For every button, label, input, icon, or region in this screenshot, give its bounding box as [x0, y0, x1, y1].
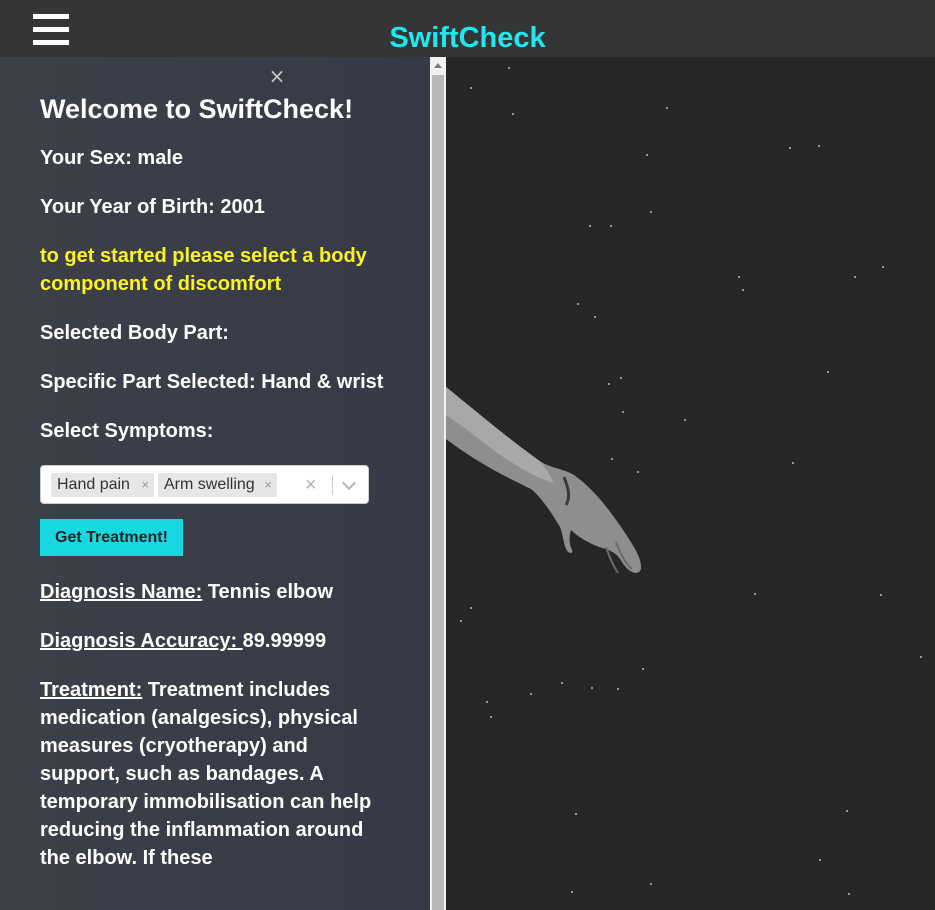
star	[589, 225, 591, 227]
star	[530, 693, 532, 695]
welcome-heading: Welcome to SwiftCheck!	[40, 94, 354, 124]
star	[620, 377, 622, 379]
diagnosis-accuracy: Diagnosis Accuracy: 89.99999	[40, 627, 392, 655]
star	[460, 620, 462, 622]
body-model-arm[interactable]	[446, 387, 666, 587]
star	[684, 419, 686, 421]
symptom-tag: Hand pain ×	[51, 473, 154, 497]
diagnosis-name-value: Tennis elbow	[202, 581, 334, 603]
diagnosis-accuracy-value: 89.99999	[242, 630, 327, 652]
treatment: Treatment: Treatment includes medication…	[40, 676, 392, 872]
treatment-label: Treatment:	[40, 679, 143, 701]
star	[577, 303, 579, 305]
star	[617, 688, 619, 690]
star	[666, 107, 668, 109]
treatment-value: Treatment includes medication (analgesic…	[40, 679, 372, 869]
star	[470, 607, 472, 609]
star	[650, 883, 652, 885]
diagnosis-name-label: Diagnosis Name:	[40, 581, 203, 603]
star	[827, 371, 829, 373]
star	[846, 810, 848, 812]
star	[591, 687, 593, 689]
star	[848, 893, 850, 895]
star	[920, 656, 922, 658]
symptom-tag: Arm swelling ×	[158, 473, 277, 497]
remove-tag-icon[interactable]: ×	[264, 473, 272, 497]
star	[512, 113, 514, 115]
star	[754, 593, 756, 595]
indicator-separator	[332, 475, 333, 495]
star	[819, 859, 821, 861]
star	[508, 67, 510, 69]
star	[594, 316, 596, 318]
diagnosis-name: Diagnosis Name: Tennis elbow	[40, 578, 392, 606]
sex-info: Your Sex: male	[40, 147, 184, 169]
star	[470, 87, 472, 89]
selected-body-part: Selected Body Part:	[40, 322, 229, 344]
star	[738, 276, 740, 278]
panel-content: Welcome to SwiftCheck! Your Sex: male Yo…	[40, 93, 392, 893]
star	[650, 211, 652, 213]
star	[882, 266, 884, 268]
star	[646, 154, 648, 156]
get-treatment-button[interactable]: Get Treatment!	[40, 519, 183, 556]
chevron-down-icon[interactable]	[341, 475, 357, 491]
diagnosis-accuracy-label: Diagnosis Accuracy:	[40, 630, 243, 652]
app-title: SwiftCheck	[389, 22, 546, 54]
star	[571, 891, 573, 893]
specific-part-selected: Specific Part Selected: Hand & wrist	[40, 371, 384, 393]
star	[486, 701, 488, 703]
close-panel-button[interactable]: ×	[268, 66, 286, 86]
star	[818, 145, 820, 147]
star	[854, 276, 856, 278]
clear-all-icon[interactable]: ×	[305, 473, 317, 497]
symptoms-label: Select Symptoms:	[40, 420, 214, 442]
scroll-up-arrow-icon[interactable]	[434, 63, 442, 68]
star	[880, 594, 882, 596]
star	[789, 147, 791, 149]
birth-year-info: Your Year of Birth: 2001	[40, 196, 265, 218]
star	[490, 716, 492, 718]
menu-bar	[33, 14, 69, 19]
panel-scrollbar[interactable]	[430, 57, 446, 910]
top-bar: SwiftCheck	[0, 0, 935, 57]
remove-tag-icon[interactable]: ×	[141, 473, 149, 497]
star	[608, 383, 610, 385]
symptoms-multiselect[interactable]: Hand pain × Arm swelling × ×	[40, 465, 369, 504]
star	[642, 668, 644, 670]
scroll-thumb[interactable]	[432, 75, 444, 910]
star	[792, 462, 794, 464]
symptom-tag-label: Arm swelling	[164, 476, 255, 493]
star	[610, 225, 612, 227]
star	[561, 682, 563, 684]
3d-body-viewer[interactable]	[446, 57, 935, 910]
symptom-tag-label: Hand pain	[57, 476, 130, 493]
star	[742, 289, 744, 291]
get-started-hint: to get started please select a body comp…	[40, 245, 367, 295]
star	[575, 813, 577, 815]
sidebar-panel: × Welcome to SwiftCheck! Your Sex: male …	[0, 57, 430, 910]
